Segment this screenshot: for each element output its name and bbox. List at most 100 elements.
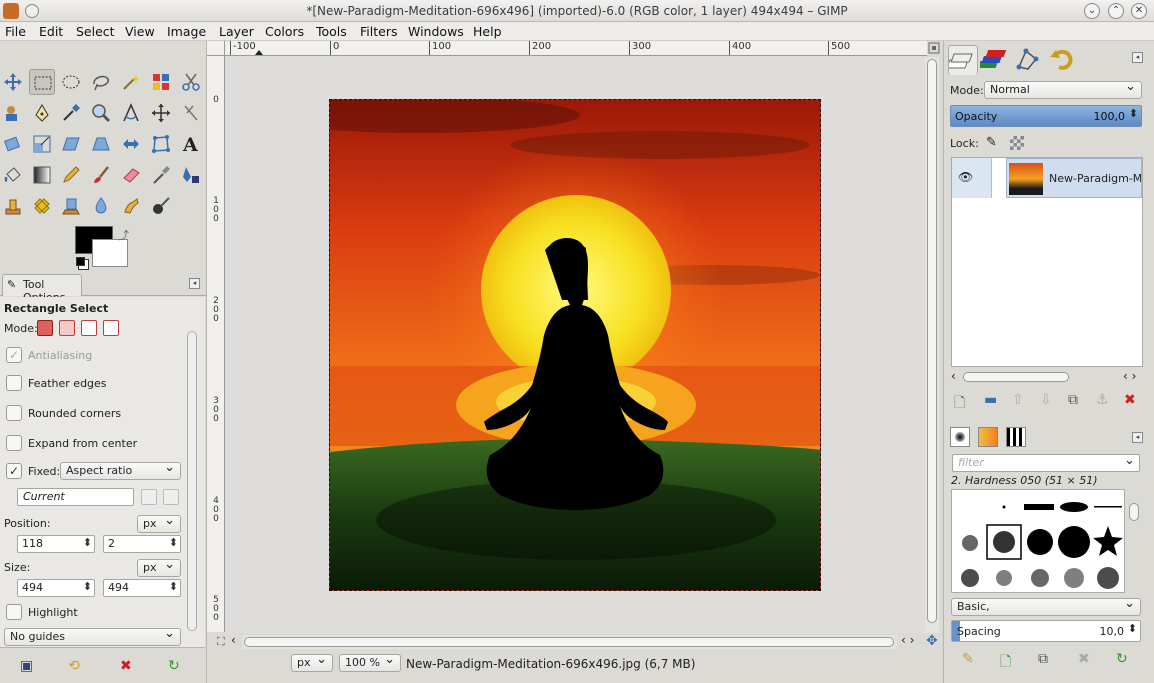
- delete-options-icon[interactable]: ✖: [120, 658, 132, 674]
- position-x-input[interactable]: 118: [17, 535, 95, 553]
- smudge-tool-icon[interactable]: [118, 193, 144, 219]
- new-brush-icon[interactable]: 🗋: [1000, 651, 1011, 675]
- layer-visibility-toggle[interactable]: 👁: [952, 158, 992, 198]
- rect-select-tool-icon[interactable]: [29, 69, 55, 95]
- mode-subtract-button[interactable]: [81, 320, 97, 336]
- position-y-input[interactable]: 2: [103, 535, 181, 553]
- position-unit-dropdown[interactable]: px: [137, 513, 181, 533]
- delete-layer-icon[interactable]: ✖: [1124, 392, 1136, 408]
- navigate-move-icon[interactable]: ✥: [926, 633, 938, 649]
- perspective-tool-icon[interactable]: [88, 131, 114, 157]
- cage-transform-tool-icon[interactable]: [148, 131, 174, 157]
- menu-select[interactable]: Select: [76, 24, 115, 39]
- guides-dropdown[interactable]: No guides: [4, 626, 181, 646]
- duplicate-layer-icon[interactable]: ⧉: [1068, 392, 1078, 408]
- raise-layer-icon[interactable]: ⇧: [1012, 392, 1024, 408]
- feather-edges-checkbox[interactable]: [6, 375, 22, 391]
- scroll-left-icon[interactable]: ‹: [231, 633, 236, 647]
- quick-mask-toggle[interactable]: [207, 41, 225, 56]
- size-height-input[interactable]: 494: [103, 579, 181, 597]
- patterns-tab[interactable]: [978, 427, 998, 447]
- portrait-button[interactable]: [141, 489, 157, 505]
- fuzzy-select-tool-icon[interactable]: [118, 69, 144, 95]
- antialiasing-checkbox[interactable]: ✓: [6, 347, 22, 363]
- text-tool-icon[interactable]: A: [178, 131, 204, 157]
- navigate-icon[interactable]: [927, 41, 942, 56]
- layers-tab[interactable]: [946, 45, 978, 75]
- zoom-dropdown[interactable]: 100 %: [339, 652, 401, 672]
- restore-options-icon[interactable]: ⟲: [68, 658, 80, 674]
- dodge-burn-tool-icon[interactable]: [148, 193, 174, 219]
- vertical-ruler[interactable]: 0 100 200 300 400 500: [207, 56, 225, 632]
- menu-layer[interactable]: Layer: [219, 24, 254, 39]
- rotate-tool-icon[interactable]: [0, 131, 26, 157]
- layers-horizontal-scrollbar[interactable]: ‹ ‹ ›: [951, 369, 1143, 384]
- bucket-fill-tool-icon[interactable]: [0, 162, 26, 188]
- menu-filters[interactable]: Filters: [360, 24, 397, 39]
- paintbrush-tool-icon[interactable]: [88, 162, 114, 188]
- crop-tool-icon[interactable]: [178, 100, 204, 126]
- rounded-corners-checkbox[interactable]: [6, 405, 22, 421]
- tool-options-scrollbar[interactable]: [187, 331, 197, 631]
- refresh-brushes-icon[interactable]: ↻: [1116, 651, 1128, 667]
- fixed-checkbox[interactable]: ✓: [6, 463, 22, 479]
- size-unit-dropdown[interactable]: px: [137, 557, 181, 577]
- unit-dropdown[interactable]: px: [291, 652, 333, 672]
- scale-tool-icon[interactable]: [29, 131, 55, 157]
- measure-tool-icon[interactable]: [118, 100, 144, 126]
- layers-scroll-thumb[interactable]: [963, 372, 1069, 382]
- brush-grid[interactable]: [951, 489, 1125, 593]
- menu-image[interactable]: Image: [167, 24, 206, 39]
- maximize-button[interactable]: ⌃: [1108, 3, 1124, 19]
- tool-options-tab[interactable]: ✎ Tool Options: [2, 274, 82, 304]
- close-window-button[interactable]: ✕: [1131, 3, 1147, 19]
- canvas-horizontal-scrollbar[interactable]: [242, 635, 897, 649]
- flip-tool-icon[interactable]: [118, 131, 144, 157]
- duplicate-brush-icon[interactable]: ⧉: [1038, 651, 1048, 667]
- brush-filter-input[interactable]: filter: [952, 454, 1140, 472]
- mode-add-button[interactable]: [59, 320, 75, 336]
- scroll-arrows-icon[interactable]: ‹ ›: [901, 633, 914, 647]
- horizontal-ruler[interactable]: -100 0 100 200 300 400 500: [225, 41, 927, 56]
- highlight-checkbox[interactable]: [6, 604, 22, 620]
- image-canvas[interactable]: [329, 99, 821, 591]
- heal-tool-icon[interactable]: [29, 193, 55, 219]
- scroll-arrows-icon[interactable]: ‹ ›: [1123, 369, 1136, 383]
- mode-replace-button[interactable]: [37, 320, 53, 336]
- swap-colors-icon[interactable]: ⤴: [118, 227, 129, 243]
- menu-tools[interactable]: Tools: [316, 24, 347, 39]
- align-tool-icon[interactable]: [148, 100, 174, 126]
- delete-brush-icon[interactable]: ✖: [1078, 651, 1090, 667]
- spacing-spin-icon[interactable]: ⬍: [1128, 622, 1137, 635]
- new-layer-icon[interactable]: 🗋: [954, 392, 965, 416]
- undo-history-tab[interactable]: [1047, 45, 1077, 75]
- move-tool-icon[interactable]: [0, 69, 26, 95]
- horizontal-scroll-thumb[interactable]: [244, 637, 894, 647]
- anchor-layer-icon[interactable]: ⚓: [1096, 392, 1109, 408]
- pencil-tool-icon[interactable]: [58, 162, 84, 188]
- foreground-select-tool-icon[interactable]: [0, 100, 26, 126]
- menu-colors[interactable]: Colors: [265, 24, 304, 39]
- brush-grid-scrollbar[interactable]: [1127, 489, 1141, 593]
- configure-layers-tab-icon[interactable]: ◂: [1132, 52, 1143, 63]
- configure-tab-icon[interactable]: ◂: [189, 278, 200, 289]
- reset-options-icon[interactable]: ↻: [168, 658, 180, 674]
- ellipse-select-tool-icon[interactable]: [58, 69, 84, 95]
- perspective-clone-tool-icon[interactable]: [58, 193, 84, 219]
- layer-row[interactable]: 👁 New-Paradigm-Meditation-696x496.jpg: [952, 158, 1142, 198]
- aspect-ratio-input[interactable]: Current: [17, 488, 134, 506]
- menu-windows[interactable]: Windows: [408, 24, 464, 39]
- menu-file[interactable]: File: [5, 24, 26, 39]
- lower-layer-icon[interactable]: ⇩: [1040, 392, 1052, 408]
- mode-intersect-button[interactable]: [103, 320, 119, 336]
- scissors-select-tool-icon[interactable]: [178, 69, 204, 95]
- background-color-swatch[interactable]: [92, 239, 128, 267]
- edit-brush-icon[interactable]: ✎: [962, 651, 974, 667]
- reset-colors-icon[interactable]: [76, 257, 85, 266]
- canvas-vertical-scrollbar[interactable]: [925, 57, 939, 633]
- paths-tool-icon[interactable]: [29, 100, 55, 126]
- select-by-color-tool-icon[interactable]: [148, 69, 174, 95]
- opacity-slider[interactable]: Opacity 100,0 ⬍: [950, 105, 1142, 127]
- save-options-icon[interactable]: ▣: [20, 658, 33, 674]
- shear-tool-icon[interactable]: [58, 131, 84, 157]
